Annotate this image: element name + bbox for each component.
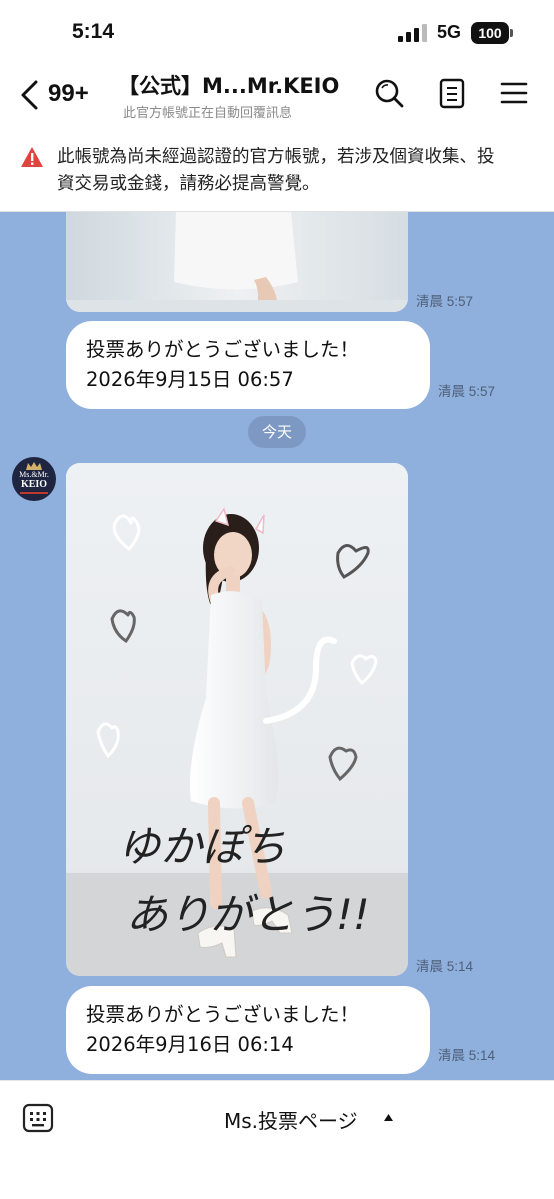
message-bubble[interactable]: 投票ありがとうございました！ 2026年9月16日 06:14 <box>66 986 430 1074</box>
portrait-photo: ゆかぽち ありがとう!! <box>66 463 408 976</box>
message-timestamp: 清晨 5:57 <box>416 294 474 309</box>
unread-count[interactable]: 99+ <box>48 80 89 108</box>
photo-caption: ありがとう!! <box>126 890 370 939</box>
rich-menu-bar: Ms.投票ページ <box>0 1080 554 1199</box>
message-line: 投票ありがとうございました！ <box>86 1003 360 1026</box>
date-separator: 今天 <box>248 416 306 448</box>
battery-tip <box>510 29 513 37</box>
warning-text: 此帳號為尚未經過認證的官方帳號，若涉及個資收集、投資交易或金錢，請務必提高警覺。 <box>57 147 495 194</box>
avatar-divider <box>20 492 48 494</box>
rich-menu-toggle[interactable]: Ms.投票ページ <box>224 1105 358 1134</box>
chat-title[interactable]: 【公式】M...Mr.KEIO <box>118 70 358 100</box>
notes-icon[interactable] <box>437 76 469 110</box>
avatar-text: KEIO <box>20 479 48 490</box>
keyboard-icon[interactable] <box>22 1103 54 1133</box>
menu-icon[interactable] <box>498 76 530 110</box>
message-image[interactable] <box>66 212 408 312</box>
message-timestamp: 清晨 5:57 <box>438 384 496 399</box>
message-timestamp: 清晨 5:14 <box>438 1048 496 1063</box>
network-type: 5G <box>437 22 462 42</box>
status-bar: 5:14 5G 100 <box>0 0 554 60</box>
status-time: 5:14 <box>72 20 115 43</box>
warning-icon <box>21 147 43 167</box>
chat-area[interactable]: 清晨 5:57 投票ありがとうございました！ 2026年9月15日 06:57 … <box>0 212 554 1080</box>
message-image[interactable]: ゆかぽち ありがとう!! <box>66 463 408 976</box>
message-line: 2026年9月16日 06:14 <box>86 1033 294 1056</box>
auto-reply-notice: 此官方帳號正在自動回覆訊息 <box>123 106 293 121</box>
avatar[interactable]: Ms.&Mr. KEIO <box>12 457 56 501</box>
unverified-account-warning: 此帳號為尚未經過認證的官方帳號，若涉及個資收集、投資交易或金錢，請務必提高警覺。 <box>0 130 554 292</box>
photo-thumbnail <box>66 212 408 312</box>
crown-icon <box>26 462 42 470</box>
caret-up-icon[interactable] <box>384 1114 393 1121</box>
message-line: 2026年9月15日 06:57 <box>86 368 294 391</box>
avatar-text: Ms.&Mr. <box>19 470 49 479</box>
photo-caption: ゆかぽち <box>118 822 286 871</box>
signal-icon <box>398 24 427 42</box>
back-icon[interactable] <box>18 78 44 112</box>
message-timestamp: 清晨 5:14 <box>416 959 474 974</box>
message-bubble[interactable]: 投票ありがとうございました！ 2026年9月15日 06:57 <box>66 321 430 409</box>
battery-indicator: 100 <box>471 22 509 44</box>
search-icon[interactable] <box>373 76 405 110</box>
chat-header: 99+ 【公式】M...Mr.KEIO 此官方帳號正在自動回覆訊息 <box>0 60 554 130</box>
message-line: 投票ありがとうございました！ <box>86 338 360 361</box>
